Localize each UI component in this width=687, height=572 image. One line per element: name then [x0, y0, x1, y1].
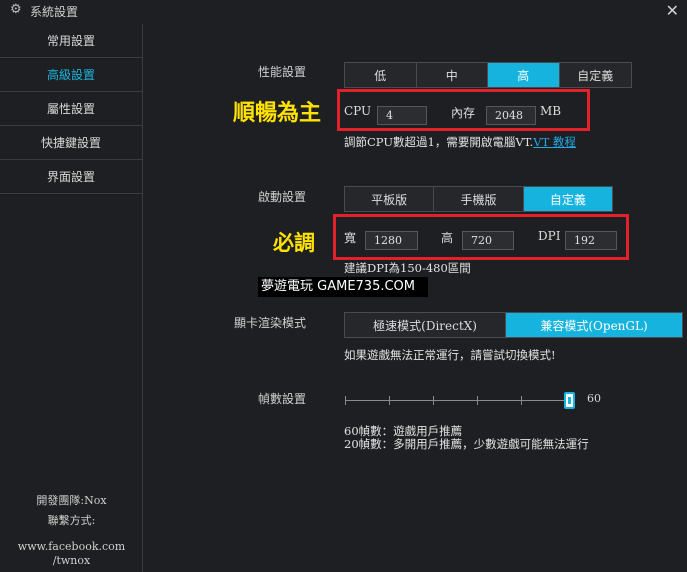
performance-selector: 低 中 高 自定義	[344, 62, 632, 88]
dpi-input[interactable]: 192	[565, 231, 617, 250]
window-title: 系統設置	[30, 5, 79, 19]
render-option-directx[interactable]: 極速模式(DirectX)	[345, 313, 507, 337]
fps-note-20: 20幀數：多開用戶推薦，少數遊戲可能無法運行	[344, 437, 589, 451]
startup-option-tablet[interactable]: 平板版	[345, 187, 435, 211]
contact-url-line2: /twnox	[52, 554, 91, 567]
sidebar-item-advanced[interactable]: 高級設置	[0, 58, 142, 92]
cpu-input[interactable]: 4	[377, 106, 427, 125]
close-icon[interactable]: ✕	[666, 1, 679, 20]
fps-slider-thumb[interactable]	[564, 392, 575, 409]
vt-tutorial-link[interactable]: VT 教程	[533, 135, 576, 149]
render-hint: 如果遊戲無法正常運行，請嘗試切換模式!	[344, 348, 556, 362]
sidebar-item-shortcuts[interactable]: 快捷鍵設置	[0, 126, 142, 160]
performance-option-low[interactable]: 低	[345, 63, 417, 87]
width-label: 寬	[344, 231, 357, 245]
fps-slider-tick	[521, 396, 522, 405]
fps-label: 幀數設置	[258, 392, 307, 406]
gear-icon: ⚙	[10, 2, 22, 17]
sidebar: 常用設置 高級設置 屬性設置 快捷鍵設置 界面設置 開發團隊:Nox 聯繫方式:…	[0, 24, 143, 572]
sidebar-item-properties[interactable]: 屬性設置	[0, 92, 142, 126]
memory-label: 內存	[451, 106, 476, 120]
contact-label: 聯繫方式:	[47, 514, 96, 527]
height-label: 高	[441, 231, 454, 245]
startup-selector: 平板版 手機版 自定義	[344, 186, 613, 212]
vt-hint-text: 調節CPU數超過1，需要開啟電腦VT.	[344, 135, 534, 149]
render-mode-selector: 極速模式(DirectX) 兼容模式(OpenGL)	[344, 312, 683, 338]
dpi-label: DPI	[538, 229, 561, 243]
performance-option-high[interactable]: 高	[488, 63, 560, 87]
annotation-must-adjust: 必調	[273, 231, 315, 255]
watermark-banner: 夢遊電玩 GAME735.COM	[258, 277, 428, 297]
dev-team-text: 開發團隊:Nox	[36, 494, 107, 507]
height-input[interactable]: 720	[462, 231, 514, 250]
vt-hint: 調節CPU數超過1，需要開啟電腦VT.VT 教程	[344, 134, 576, 150]
fps-slider-tick	[345, 396, 346, 405]
dpi-hint: 建議DPI為150-480區間	[344, 261, 471, 275]
render-mode-label: 顯卡渲染模式	[234, 316, 307, 330]
width-input[interactable]: 1280	[365, 231, 418, 250]
cpu-label: CPU	[344, 104, 372, 118]
fps-slider-track[interactable]	[345, 400, 569, 401]
memory-unit: MB	[540, 104, 562, 118]
render-option-opengl[interactable]: 兼容模式(OpenGL)	[506, 313, 682, 337]
fps-value: 60	[587, 392, 601, 405]
startup-option-custom[interactable]: 自定義	[523, 187, 612, 211]
fps-slider-tick	[433, 396, 434, 405]
fps-slider-tick	[389, 396, 390, 405]
memory-input[interactable]: 2048	[486, 106, 536, 125]
annotation-smooth: 順暢為主	[233, 101, 322, 126]
startup-option-phone[interactable]: 手機版	[434, 187, 524, 211]
performance-label: 性能設置	[258, 65, 307, 79]
fps-slider-tick	[477, 396, 478, 405]
sidebar-item-general[interactable]: 常用設置	[0, 24, 142, 58]
performance-option-medium[interactable]: 中	[417, 63, 488, 87]
performance-option-custom[interactable]: 自定義	[560, 63, 632, 87]
sidebar-item-interface[interactable]: 界面設置	[0, 160, 142, 194]
title-bar: ⚙ 系統設置 ✕	[0, 0, 687, 22]
startup-label: 啟動設置	[258, 190, 307, 204]
